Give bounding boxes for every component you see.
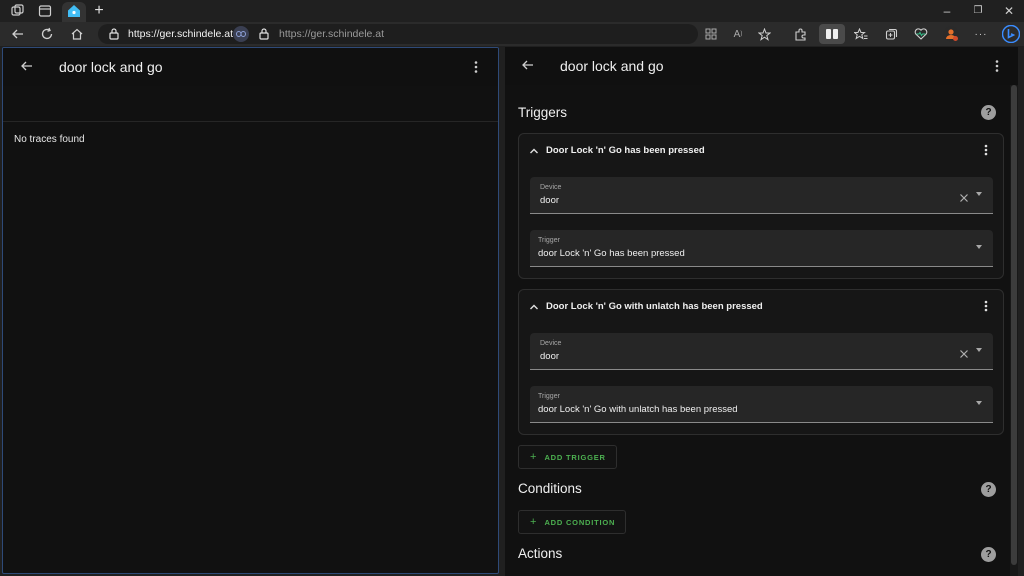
browser-toolbar: https://ger.schindele.at https://ger.sch… bbox=[0, 22, 1024, 46]
automation-editor-pane: door lock and go Triggers ? Door Lock 'n… bbox=[505, 47, 1018, 576]
address-bar[interactable]: https://ger.schindele.at https://ger.sch… bbox=[98, 24, 698, 44]
tab-actions-icon[interactable] bbox=[37, 3, 53, 19]
apps-icon[interactable] bbox=[703, 26, 719, 42]
plus-icon: + bbox=[530, 451, 537, 463]
overflow-menu-icon[interactable] bbox=[468, 59, 484, 75]
workspaces-icon[interactable] bbox=[10, 3, 26, 19]
trace-header: door lock and go bbox=[3, 48, 498, 86]
trigger-label: Trigger bbox=[538, 237, 560, 244]
dropdown-arrow-icon[interactable] bbox=[976, 245, 982, 249]
bing-copilot-icon[interactable] bbox=[1002, 25, 1020, 43]
health-heart-icon[interactable] bbox=[913, 26, 929, 42]
overflow-menu-icon[interactable] bbox=[989, 58, 1005, 74]
help-icon[interactable]: ? bbox=[981, 547, 996, 562]
device-label: Device bbox=[540, 184, 562, 191]
back-arrow-icon[interactable] bbox=[521, 58, 537, 74]
profile-avatar[interactable] bbox=[943, 26, 959, 42]
add-condition-button[interactable]: + ADD CONDITION bbox=[518, 510, 627, 534]
trigger-select[interactable]: Trigger door Lock 'n' Go with unlatch ha… bbox=[530, 386, 993, 423]
vertical-scrollbar[interactable] bbox=[1010, 85, 1018, 576]
trigger-title: Door Lock 'n' Go has been pressed bbox=[546, 145, 705, 156]
actions-heading: Actions bbox=[518, 546, 563, 561]
chevron-up-icon[interactable] bbox=[528, 144, 540, 156]
link-icon[interactable] bbox=[233, 26, 249, 42]
more-options-icon[interactable]: ··· bbox=[973, 26, 989, 42]
split-screen-icon[interactable] bbox=[824, 26, 840, 42]
browser-tab-bar: + – ❐ ✕ bbox=[0, 0, 1024, 22]
read-aloud-icon[interactable]: A) bbox=[730, 26, 746, 42]
page-title: door lock and go bbox=[59, 59, 163, 75]
collections-icon[interactable] bbox=[883, 26, 899, 42]
trace-toolbar bbox=[3, 86, 498, 122]
extensions-icon[interactable] bbox=[792, 26, 808, 42]
trigger-card-header[interactable]: Door Lock 'n' Go has been pressed bbox=[519, 134, 1003, 166]
lock-icon-secondary[interactable] bbox=[258, 27, 270, 41]
home-assistant-favicon-icon bbox=[66, 3, 82, 19]
minimize-button[interactable]: – bbox=[939, 3, 955, 19]
refresh-icon[interactable] bbox=[39, 26, 55, 42]
restore-button[interactable]: ❐ bbox=[970, 3, 986, 19]
dropdown-arrow-icon[interactable] bbox=[976, 348, 982, 352]
close-window-button[interactable]: ✕ bbox=[1001, 3, 1017, 19]
trigger-card: Door Lock 'n' Go with unlatch has been p… bbox=[518, 289, 1004, 435]
page-title: door lock and go bbox=[560, 58, 664, 74]
overflow-menu-icon[interactable] bbox=[979, 299, 993, 313]
add-trigger-label: ADD TRIGGER bbox=[544, 452, 606, 462]
triggers-heading: Triggers bbox=[518, 105, 568, 120]
device-label: Device bbox=[540, 340, 562, 347]
back-arrow-icon[interactable] bbox=[20, 59, 36, 75]
trigger-card: Door Lock 'n' Go has been pressed Device… bbox=[518, 133, 1004, 279]
favorites-icon[interactable] bbox=[853, 26, 869, 42]
add-trigger-button[interactable]: + ADD TRIGGER bbox=[518, 445, 617, 469]
help-icon[interactable]: ? bbox=[981, 105, 996, 120]
device-select[interactable]: Device door bbox=[530, 177, 993, 214]
device-value: door bbox=[540, 195, 560, 206]
plus-icon: + bbox=[530, 516, 537, 528]
add-condition-label: ADD CONDITION bbox=[544, 517, 616, 527]
lock-icon[interactable] bbox=[108, 27, 120, 41]
home-icon[interactable] bbox=[69, 26, 85, 42]
device-value: door bbox=[540, 351, 560, 362]
trigger-title: Door Lock 'n' Go with unlatch has been p… bbox=[546, 301, 763, 312]
device-select[interactable]: Device door bbox=[530, 333, 993, 370]
trigger-value: door Lock 'n' Go has been pressed bbox=[538, 248, 685, 259]
url-text: https://ger.schindele.at bbox=[128, 28, 234, 40]
help-icon[interactable]: ? bbox=[981, 482, 996, 497]
new-tab-button[interactable]: + bbox=[91, 2, 107, 19]
url-text-secondary: https://ger.schindele.at bbox=[279, 28, 385, 40]
clear-icon[interactable] bbox=[959, 346, 969, 358]
trace-pane: door lock and go No traces found bbox=[2, 47, 499, 574]
conditions-heading: Conditions bbox=[518, 481, 582, 496]
favorite-star-icon[interactable] bbox=[756, 26, 772, 42]
scrollbar-thumb[interactable] bbox=[1011, 85, 1017, 565]
trigger-card-header[interactable]: Door Lock 'n' Go with unlatch has been p… bbox=[519, 290, 1003, 322]
clear-icon[interactable] bbox=[959, 190, 969, 202]
overflow-menu-icon[interactable] bbox=[979, 143, 993, 157]
editor-header: door lock and go bbox=[505, 47, 1018, 85]
dropdown-arrow-icon[interactable] bbox=[976, 401, 982, 405]
dropdown-arrow-icon[interactable] bbox=[976, 192, 982, 196]
empty-state-message: No traces found bbox=[14, 134, 85, 145]
trigger-value: door Lock 'n' Go with unlatch has been p… bbox=[538, 404, 738, 415]
back-arrow-icon[interactable] bbox=[10, 26, 26, 42]
chevron-up-icon[interactable] bbox=[528, 300, 540, 312]
trigger-label: Trigger bbox=[538, 393, 560, 400]
trigger-select[interactable]: Trigger door Lock 'n' Go has been presse… bbox=[530, 230, 993, 267]
